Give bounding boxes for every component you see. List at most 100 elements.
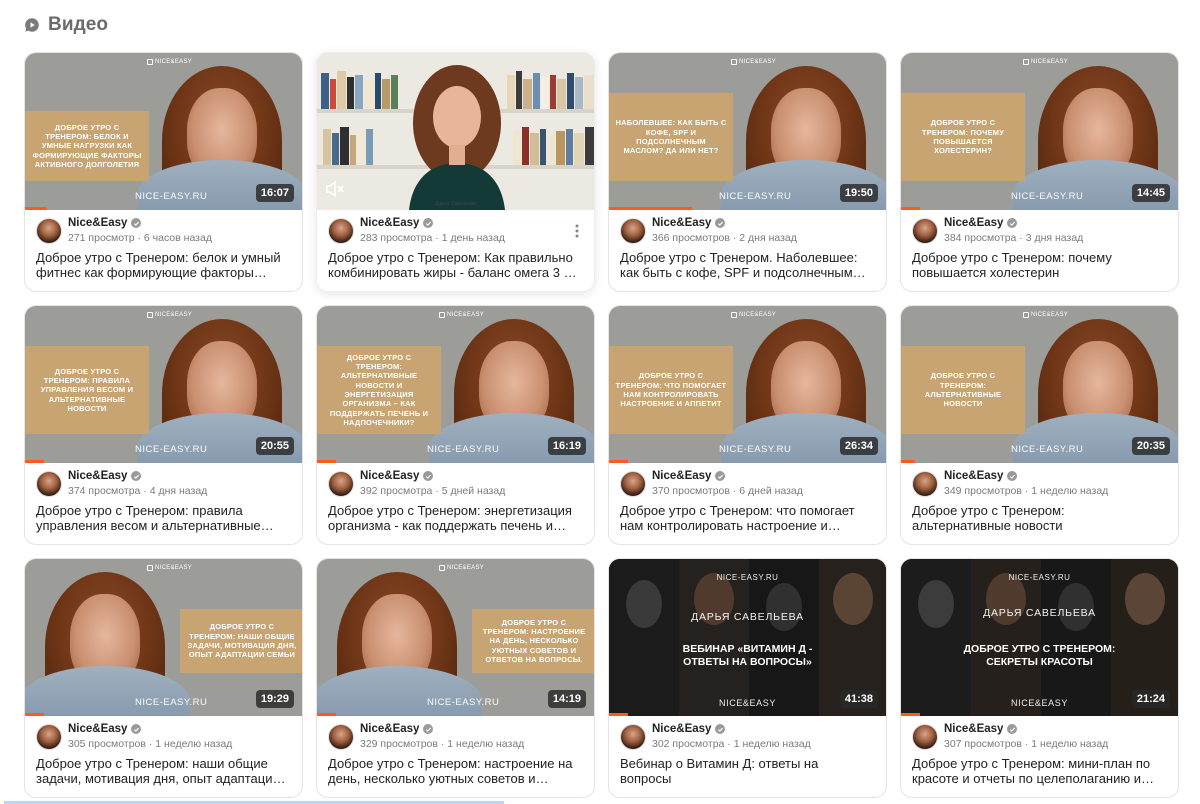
channel-avatar[interactable] — [36, 218, 62, 244]
video-duration: 21:24 — [1131, 690, 1170, 708]
video-thumbnail[interactable]: NICE-EASY.RU Дарья Савельева Вебинар «Ви… — [609, 559, 886, 716]
channel-name[interactable]: Nice&Easy — [68, 470, 127, 482]
video-card[interactable]: NICE-EASY.RU Дарья Савельева Доброе утро… — [900, 558, 1179, 798]
channel-avatar[interactable] — [328, 724, 354, 750]
watch-progress — [25, 713, 45, 716]
video-title[interactable]: Доброе утро с Тренером: наши общие задач… — [36, 756, 288, 786]
video-thumbnail[interactable]: NICE&EASY Доброе утро с Тренером: что по… — [609, 306, 886, 463]
channel-name-row[interactable]: Nice&Easy — [360, 470, 434, 482]
thumbnail-author: Дарья Савельева — [983, 607, 1096, 619]
channel-avatar[interactable] — [912, 218, 938, 244]
video-card[interactable]: NICE&EASY Доброе утро с Тренером: альтер… — [900, 305, 1179, 545]
channel-name[interactable]: Nice&Easy — [944, 470, 1003, 482]
video-title[interactable]: Доброе утро с Тренером: мини-план по кра… — [912, 756, 1164, 786]
thumbnail-logo: NICE&EASY — [147, 312, 192, 318]
video-card[interactable]: NICE&EASY Наболевшее: как быть с кофе, S… — [608, 52, 887, 292]
video-title[interactable]: Вебинар о Витамин Д: ответы на вопросы — [620, 756, 872, 786]
video-title[interactable]: Доброе утро с Тренером. Наболевшее: как … — [620, 250, 872, 280]
video-thumbnail[interactable]: Дарья Савельева — [317, 53, 594, 210]
video-card[interactable]: Дарья Савельева Nice&Easy 283 просмотра … — [316, 52, 595, 292]
video-thumbnail[interactable]: NICE&EASY Доброе утро с Тренером: почему… — [901, 53, 1178, 210]
video-card[interactable]: NICE&EASY Доброе утро с Тренером: настро… — [316, 558, 595, 798]
thumbnail-brand: NICE-EASY.RU — [427, 444, 500, 455]
video-card[interactable]: NICE&EASY Доброе утро с Тренером: альтер… — [316, 305, 595, 545]
verified-badge-icon — [715, 471, 726, 481]
channel-name-row[interactable]: Nice&Easy — [652, 723, 726, 735]
channel-name[interactable]: Nice&Easy — [68, 217, 127, 229]
channel-name[interactable]: Nice&Easy — [360, 470, 419, 482]
muted-speaker-icon[interactable] — [325, 180, 345, 198]
channel-name[interactable]: Nice&Easy — [652, 470, 711, 482]
channel-name-row[interactable]: Nice&Easy — [652, 217, 726, 229]
video-meta: Nice&Easy 305 просмотров · 1 неделю наза… — [36, 723, 291, 754]
channel-name[interactable]: Nice&Easy — [360, 723, 419, 735]
channel-avatar[interactable] — [36, 724, 62, 750]
video-meta: Nice&Easy 384 просмотра · 3 дня назад — [912, 217, 1167, 248]
channel-name-row[interactable]: Nice&Easy — [68, 723, 142, 735]
view-count: 349 просмотров — [944, 485, 1022, 497]
thumbnail-caption-plate: Наболевшее: как быть с кофе, SPF и подсо… — [609, 93, 733, 181]
video-title[interactable]: Доброе утро с Тренером: альтернативные н… — [912, 503, 1164, 533]
channel-name-row[interactable]: Nice&Easy — [944, 723, 1018, 735]
video-title[interactable]: Доброе утро с Тренером: Как правильно ко… — [328, 250, 580, 280]
video-thumbnail[interactable]: NICE&EASY Доброе утро с Тренером: альтер… — [317, 306, 594, 463]
upload-age: 5 дней назад — [441, 485, 506, 497]
channel-avatar[interactable] — [912, 471, 938, 497]
video-duration: 14:45 — [1131, 184, 1170, 202]
video-card[interactable]: NICE&EASY Доброе утро с Тренером: наши о… — [24, 558, 303, 798]
thumbnail-brand: NICE-EASY.RU — [135, 191, 208, 202]
thumbnail-logo: NICE&EASY — [439, 312, 484, 318]
video-thumbnail[interactable]: NICE&EASY Доброе утро с Тренером: альтер… — [901, 306, 1178, 463]
video-card[interactable]: NICE-EASY.RU Дарья Савельева Вебинар «Ви… — [608, 558, 887, 798]
video-card[interactable]: NICE&EASY Доброе утро с Тренером: белок … — [24, 52, 303, 292]
video-title[interactable]: Доброе утро с Тренером: настроение на де… — [328, 756, 580, 786]
channel-avatar[interactable] — [620, 218, 646, 244]
video-thumbnail[interactable]: NICE&EASY Доброе утро с Тренером: правил… — [25, 306, 302, 463]
channel-avatar[interactable] — [912, 724, 938, 750]
verified-badge-icon — [423, 724, 434, 734]
channel-name-row[interactable]: Nice&Easy — [68, 217, 142, 229]
video-title[interactable]: Доброе утро с Тренером: что помогает нам… — [620, 503, 872, 533]
video-meta: Nice&Easy 349 просмотров · 1 неделю наза… — [912, 470, 1167, 501]
video-card[interactable]: NICE&EASY Доброе утро с Тренером: правил… — [24, 305, 303, 545]
channel-name[interactable]: Nice&Easy — [944, 217, 1003, 229]
channel-avatar[interactable] — [328, 218, 354, 244]
channel-name-row[interactable]: Nice&Easy — [652, 470, 726, 482]
video-stats: 349 просмотров · 1 неделю назад — [944, 485, 1109, 497]
video-meta: Nice&Easy 307 просмотров · 1 неделю наза… — [912, 723, 1167, 754]
thumbnail-logo: NICE&EASY — [439, 565, 484, 571]
video-title[interactable]: Доброе утро с Тренером: белок и умный фи… — [36, 250, 288, 280]
verified-badge-icon — [1007, 724, 1018, 734]
channel-name[interactable]: Nice&Easy — [68, 723, 127, 735]
channel-avatar[interactable] — [620, 724, 646, 750]
video-thumbnail[interactable]: NICE-EASY.RU Дарья Савельева Доброе утро… — [901, 559, 1178, 716]
channel-name[interactable]: Nice&Easy — [360, 217, 419, 229]
upload-age: 4 дня назад — [149, 485, 208, 497]
channel-avatar[interactable] — [620, 471, 646, 497]
video-thumbnail[interactable]: NICE&EASY Доброе утро с Тренером: настро… — [317, 559, 594, 716]
video-stats: 283 просмотра · 1 день назад — [360, 232, 505, 244]
video-thumbnail[interactable]: NICE&EASY Наболевшее: как быть с кофе, S… — [609, 53, 886, 210]
view-count: 302 просмотра — [652, 738, 725, 750]
channel-name-row[interactable]: Nice&Easy — [360, 723, 434, 735]
channel-avatar[interactable] — [36, 471, 62, 497]
channel-name-row[interactable]: Nice&Easy — [944, 470, 1018, 482]
video-thumbnail[interactable]: NICE&EASY Доброе утро с Тренером: белок … — [25, 53, 302, 210]
video-thumbnail[interactable]: NICE&EASY Доброе утро с Тренером: наши о… — [25, 559, 302, 716]
channel-name-row[interactable]: Nice&Easy — [944, 217, 1018, 229]
channel-name-row[interactable]: Nice&Easy — [360, 217, 434, 229]
verified-badge-icon — [423, 218, 434, 228]
more-vertical-icon[interactable] — [571, 222, 583, 240]
view-count: 271 просмотр — [68, 232, 135, 244]
video-title[interactable]: Доброе утро с Тренером: почему повышаетс… — [912, 250, 1164, 280]
video-stats: 374 просмотра · 4 дня назад — [68, 485, 208, 497]
video-card[interactable]: NICE&EASY Доброе утро с Тренером: что по… — [608, 305, 887, 545]
channel-name[interactable]: Nice&Easy — [944, 723, 1003, 735]
video-title[interactable]: Доброе утро с Тренером: правила управлен… — [36, 503, 288, 533]
video-title[interactable]: Доброе утро с Тренером: энергетизация ор… — [328, 503, 580, 533]
channel-name[interactable]: Nice&Easy — [652, 217, 711, 229]
video-card[interactable]: NICE&EASY Доброе утро с Тренером: почему… — [900, 52, 1179, 292]
channel-name[interactable]: Nice&Easy — [652, 723, 711, 735]
channel-name-row[interactable]: Nice&Easy — [68, 470, 142, 482]
channel-avatar[interactable] — [328, 471, 354, 497]
